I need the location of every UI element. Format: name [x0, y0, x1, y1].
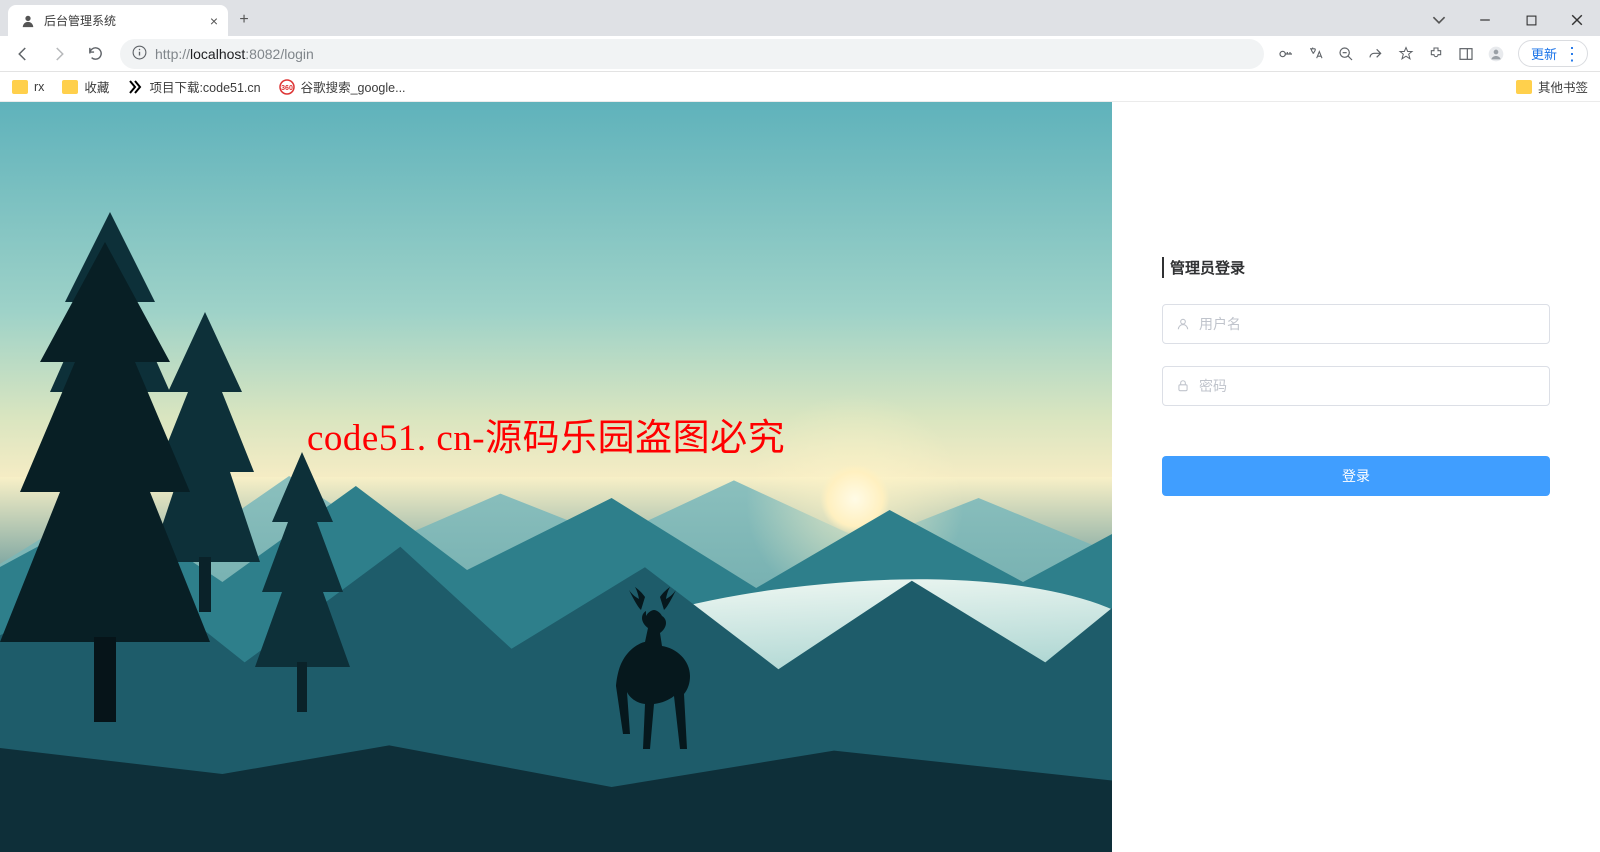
watermark-text: code51. cn-源码乐园盗图必究 — [307, 407, 785, 461]
bookmark-star-icon[interactable] — [1398, 46, 1414, 62]
bookmark-item[interactable]: rx — [12, 80, 44, 94]
user-icon — [1175, 316, 1191, 332]
login-button[interactable]: 登录 — [1162, 456, 1550, 496]
zoom-icon[interactable] — [1338, 46, 1354, 62]
window-close-icon[interactable] — [1554, 4, 1600, 36]
nav-reload-icon[interactable] — [80, 39, 110, 69]
site-favicon: 360 — [279, 79, 295, 95]
window-controls — [1416, 4, 1600, 36]
share-icon[interactable] — [1368, 46, 1384, 62]
window-maximize-icon[interactable] — [1508, 4, 1554, 36]
profile-avatar-icon[interactable] — [1488, 46, 1504, 62]
address-bar-row: http://localhost:8082/login 更新 ⋮ — [0, 36, 1600, 72]
folder-icon — [12, 80, 28, 94]
update-button[interactable]: 更新 ⋮ — [1518, 40, 1588, 67]
sidepanel-icon[interactable] — [1458, 46, 1474, 62]
svg-text:360: 360 — [281, 85, 293, 92]
nav-forward-icon[interactable] — [44, 39, 74, 69]
folder-icon — [62, 80, 78, 94]
password-field-wrapper[interactable] — [1162, 366, 1550, 406]
bookmark-item[interactable]: 360谷歌搜索_google... — [279, 77, 406, 96]
password-input[interactable] — [1199, 378, 1537, 394]
folder-icon — [1516, 80, 1532, 94]
page-content: code51. cn-源码乐园盗图必究 管理员登录 登录 — [0, 102, 1600, 852]
window-minimize-icon[interactable] — [1462, 4, 1508, 36]
password-key-icon[interactable] — [1278, 46, 1294, 62]
menu-dots-icon: ⋮ — [1563, 45, 1581, 63]
toolbar-icons: 更新 ⋮ — [1274, 40, 1592, 67]
username-field-wrapper[interactable] — [1162, 304, 1550, 344]
translate-icon[interactable] — [1308, 46, 1324, 62]
site-info-icon[interactable] — [132, 45, 147, 63]
bookmark-item[interactable]: 收藏 — [62, 77, 109, 96]
login-panel: 管理员登录 登录 — [1112, 102, 1600, 852]
new-tab-button[interactable]: + — [228, 4, 260, 36]
nav-back-icon[interactable] — [8, 39, 38, 69]
tab-title: 后台管理系统 — [44, 12, 202, 29]
update-label: 更新 — [1531, 44, 1557, 63]
username-input[interactable] — [1199, 316, 1537, 332]
extensions-icon[interactable] — [1428, 46, 1444, 62]
url-bar[interactable]: http://localhost:8082/login — [120, 39, 1264, 69]
tab-close-icon[interactable]: × — [210, 13, 218, 29]
tab-strip: 后台管理系统 × + — [0, 0, 1600, 36]
browser-tab[interactable]: 后台管理系统 × — [8, 5, 228, 36]
hero-illustration: code51. cn-源码乐园盗图必究 — [0, 102, 1112, 852]
tab-favicon — [20, 13, 36, 29]
lock-icon — [1175, 378, 1191, 394]
window-dropdown-icon[interactable] — [1416, 4, 1462, 36]
pine-tree — [255, 452, 350, 712]
login-title: 管理员登录 — [1162, 257, 1550, 278]
url-text: http://localhost:8082/login — [155, 46, 314, 62]
site-favicon — [127, 79, 143, 95]
browser-chrome: 后台管理系统 × + http://localhost:8082/login — [0, 0, 1600, 102]
other-bookmarks[interactable]: 其他书签 — [1516, 77, 1588, 96]
bookmark-bar: rx 收藏 项目下载:code51.cn 360谷歌搜索_google... 其… — [0, 72, 1600, 102]
pine-tree — [0, 242, 210, 722]
bookmark-item[interactable]: 项目下载:code51.cn — [127, 77, 260, 96]
deer-silhouette — [590, 587, 720, 762]
